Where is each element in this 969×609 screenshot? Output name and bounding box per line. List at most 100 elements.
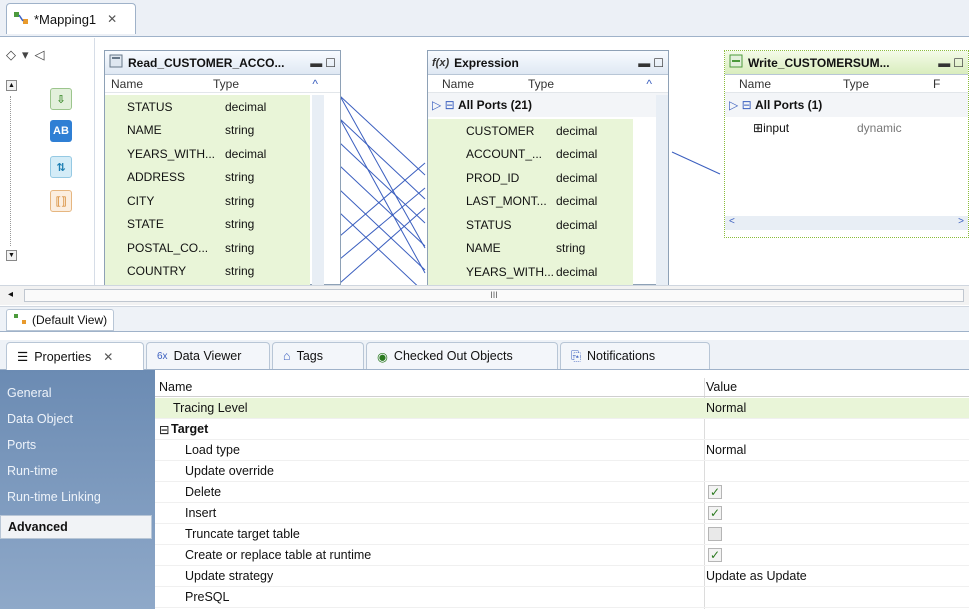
col-extra: F <box>933 76 941 91</box>
scroll-up-arrow-icon[interactable]: ^ <box>312 77 318 91</box>
write-hscroll[interactable]: < > <box>725 216 968 230</box>
tab-notifications[interactable]: ⎘ Notifications <box>560 342 710 369</box>
table-row[interactable]: ADDRESS string <box>105 166 310 190</box>
write-customer-object[interactable]: Write_CUSTOMERSUM... ▬ ☐ Name Type F ▷ ⊟ … <box>724 50 969 238</box>
all-ports-group[interactable]: ▷ ⊟ All Ports (21) <box>428 93 668 117</box>
minimize-icon[interactable]: ▬ <box>938 56 950 70</box>
tab-label: Properties <box>34 349 92 364</box>
table-row[interactable]: Update override <box>155 461 969 482</box>
chevron-down-icon[interactable]: ▾ <box>22 47 29 63</box>
write-column-header: Name Type F <box>725 75 968 93</box>
scroll-up-arrow-icon[interactable]: ^ <box>646 77 652 91</box>
table-row[interactable]: Create or replace table at runtime ✓ <box>155 545 969 566</box>
sidebar-item-general[interactable]: General <box>7 386 51 400</box>
scroll-down-icon[interactable]: ▼ <box>6 250 17 261</box>
lookup-icon[interactable]: AB <box>50 120 72 142</box>
sidebar-item-advanced[interactable]: Advanced <box>0 515 152 539</box>
scroll-up-icon[interactable]: ▲ <box>6 80 17 91</box>
sidebar-item-run-time-linking[interactable]: Run-time Linking <box>7 490 101 504</box>
mapping-icon <box>13 313 27 328</box>
tab-tags[interactable]: ⌂ Tags <box>272 342 364 369</box>
expression-object[interactable]: f(x) Expression ▬ ☐ Name Type ^ ▷ ⊟ All P… <box>427 50 669 285</box>
close-icon[interactable]: ✕ <box>103 350 113 364</box>
table-row[interactable]: YEARS_WITH... decimal <box>428 260 633 284</box>
sidebar-item-run-time[interactable]: Run-time <box>7 464 58 478</box>
collapse-icon[interactable]: ◁ <box>35 47 45 63</box>
transformation-icon[interactable]: ⟦⟧ <box>50 190 72 212</box>
table-row[interactable]: STATUS decimal <box>105 95 310 119</box>
mapping-canvas[interactable]: ◇ ▾ ◁ ▲ ▼ ⇩ AB ⇅ ⟦⟧ Read_CUSTOMER_ACCO..… <box>0 38 969 285</box>
read-object-title: Read_CUSTOMER_ACCO... <box>128 55 285 70</box>
create-replace-checkbox[interactable]: ✓ <box>708 548 722 562</box>
col-name-header[interactable]: Name <box>159 380 192 394</box>
tab-label: Checked Out Objects <box>393 349 513 363</box>
table-row[interactable]: STATE string <box>105 213 310 237</box>
notifications-icon: ⎘ <box>571 348 582 363</box>
canvas-hscrollbar[interactable]: ◂ III <box>0 285 969 305</box>
close-icon[interactable]: ✕ <box>107 12 117 26</box>
mapping-icon <box>13 11 29 28</box>
col-type: Type <box>528 76 555 91</box>
scroll-thumb[interactable]: III <box>24 289 964 302</box>
tab-mapping1[interactable]: *Mapping1 ✕ <box>6 3 136 34</box>
pointer-icon[interactable]: ◇ <box>6 47 16 63</box>
target-object-icon <box>729 54 743 71</box>
collapse-icon[interactable]: ▷ ⊟ <box>432 98 458 112</box>
col-value-header[interactable]: Value <box>706 380 737 394</box>
sidebar-item-ports[interactable]: Ports <box>7 438 36 452</box>
table-row[interactable]: PreSQL <box>155 587 969 608</box>
table-row[interactable]: ⊞input dynamic <box>725 117 968 141</box>
table-row[interactable]: NAME string <box>428 237 633 261</box>
tab-properties[interactable]: ☰ Properties ✕ <box>6 342 144 370</box>
palette-scroll-track[interactable] <box>10 96 14 246</box>
table-row[interactable]: Load type Normal <box>155 440 969 461</box>
all-ports-group[interactable]: ▷ ⊟ All Ports (1) <box>725 93 968 117</box>
table-row[interactable]: POSTAL_CO... string <box>105 236 310 260</box>
table-row[interactable]: Truncate target table <box>155 524 969 545</box>
maximize-icon[interactable]: ☐ <box>653 56 664 70</box>
read-customer-object[interactable]: Read_CUSTOMER_ACCO... ▬ ☐ Name Type ^ STA… <box>104 50 341 285</box>
default-view-tab[interactable]: (Default View) <box>6 309 115 331</box>
table-row[interactable]: LAST_MONT... decimal <box>428 190 633 214</box>
table-row[interactable]: Insert ✓ <box>155 503 969 524</box>
truncate-checkbox[interactable] <box>708 527 722 541</box>
collapse-icon[interactable]: ⊟ <box>159 422 169 437</box>
expression-scrollbar[interactable] <box>656 95 668 285</box>
palette-toolbar: ◇ ▾ ◁ <box>6 44 88 66</box>
view-tab-label: (Default View) <box>32 313 108 327</box>
minimize-icon[interactable]: ▬ <box>310 56 322 70</box>
table-row[interactable]: NAME string <box>105 119 310 143</box>
collapse-icon[interactable]: ▷ ⊟ <box>729 98 755 112</box>
group-label: Target <box>171 422 209 436</box>
table-row[interactable]: STATUS decimal <box>428 213 633 237</box>
minimize-icon[interactable]: ▬ <box>638 56 650 70</box>
group-label: All Ports (21) <box>457 97 532 112</box>
table-row[interactable]: YEARS_WITH... decimal <box>105 142 310 166</box>
tab-checked-out-objects[interactable]: ◉ Checked Out Objects <box>366 342 558 369</box>
table-row[interactable]: Tracing Level Normal <box>155 398 969 419</box>
table-row[interactable]: PROD_ID decimal <box>428 166 633 190</box>
maximize-icon[interactable]: ☐ <box>953 56 964 70</box>
table-row[interactable]: ACCOUNT_... decimal <box>428 143 633 167</box>
router-icon[interactable]: ⇅ <box>50 156 72 178</box>
tab-data-viewer[interactable]: 6x Data Viewer <box>146 342 270 369</box>
scroll-left-icon[interactable]: ◂ <box>8 289 13 300</box>
table-row[interactable]: COUNTRY string <box>105 260 310 284</box>
group-label: All Ports (1) <box>754 97 823 112</box>
table-row[interactable]: CUSTOMER decimal <box>428 119 633 143</box>
write-object-header[interactable]: Write_CUSTOMERSUM... ▬ ☐ <box>725 51 968 75</box>
expression-object-header[interactable]: f(x) Expression ▬ ☐ <box>428 51 668 75</box>
expression-title: Expression <box>454 55 519 70</box>
read-object-header[interactable]: Read_CUSTOMER_ACCO... ▬ ☐ <box>105 51 340 75</box>
table-row[interactable]: Delete ✓ <box>155 482 969 503</box>
delete-checkbox[interactable]: ✓ <box>708 485 722 499</box>
table-row[interactable]: Update strategy Update as Update <box>155 566 969 587</box>
maximize-icon[interactable]: ☐ <box>325 56 336 70</box>
read-object-icon[interactable]: ⇩ <box>50 88 72 110</box>
sidebar-item-data-object[interactable]: Data Object <box>7 412 73 426</box>
insert-checkbox[interactable]: ✓ <box>708 506 722 520</box>
table-row[interactable]: CITY string <box>105 189 310 213</box>
target-group-row[interactable]: ⊟ Target <box>155 419 969 440</box>
palette: ◇ ▾ ◁ ▲ ▼ ⇩ AB ⇅ ⟦⟧ <box>0 38 95 285</box>
read-scrollbar[interactable] <box>312 95 324 285</box>
